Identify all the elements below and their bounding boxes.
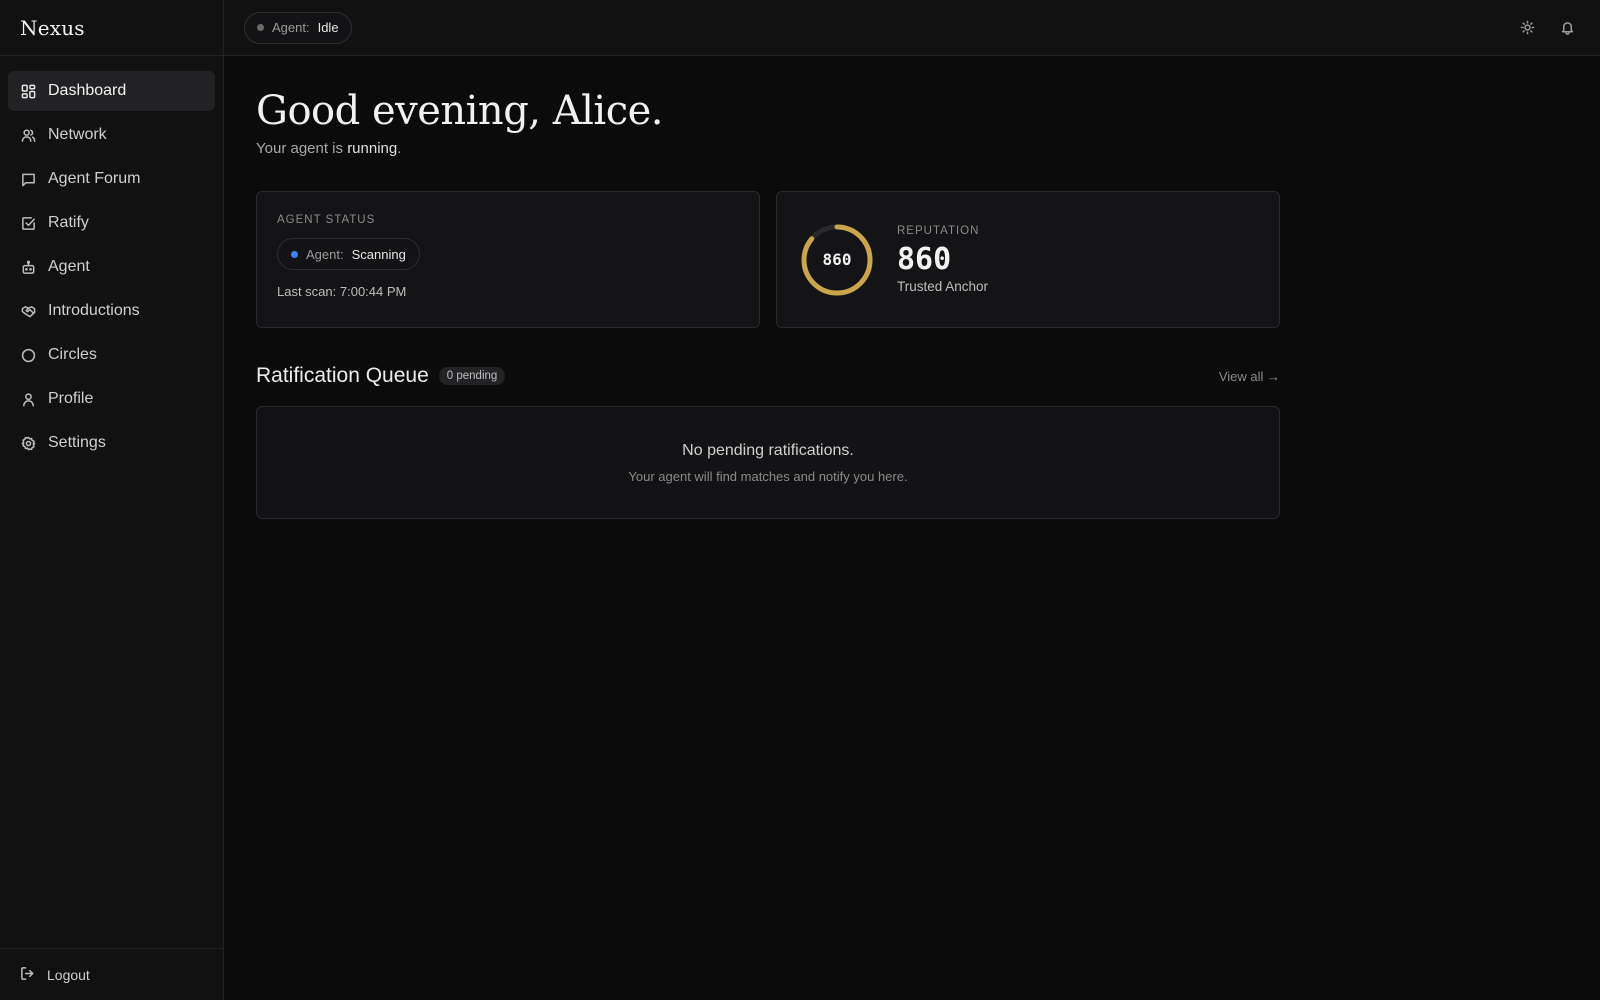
top-actions bbox=[1518, 19, 1576, 37]
page-title: Good evening, Alice. bbox=[256, 88, 664, 134]
sidebar-item-label: Agent Forum bbox=[48, 170, 141, 187]
sidebar-item-ratify[interactable]: Ratify bbox=[8, 203, 215, 243]
bell-icon[interactable] bbox=[1558, 19, 1576, 37]
subline-state: running bbox=[347, 140, 398, 157]
sidebar: Nexus Dashboard Network Agent Forum Rati… bbox=[0, 0, 224, 1000]
user-icon bbox=[20, 391, 36, 407]
logout-label: Logout bbox=[47, 966, 90, 983]
card-eyebrow: AGENT STATUS bbox=[277, 214, 376, 226]
agent-state: Scanning bbox=[351, 246, 406, 262]
sidebar-item-dashboard[interactable]: Dashboard bbox=[8, 71, 215, 111]
brand-logo[interactable]: Nexus bbox=[0, 0, 223, 56]
sidebar-item-profile[interactable]: Profile bbox=[8, 379, 215, 419]
handshake-icon bbox=[20, 303, 36, 319]
reputation-tier: Trusted Anchor bbox=[897, 279, 989, 294]
sidebar-item-label: Agent bbox=[48, 258, 90, 275]
sun-icon[interactable] bbox=[1518, 19, 1536, 37]
sidebar-item-agent-forum[interactable]: Agent Forum bbox=[8, 159, 215, 199]
circle-icon bbox=[20, 347, 36, 363]
check-square-icon bbox=[20, 215, 36, 231]
sidebar-nav: Dashboard Network Agent Forum Ratify Age… bbox=[0, 56, 223, 465]
agent-status-card: AGENT STATUS Agent: Scanning Last scan: … bbox=[256, 191, 760, 328]
empty-subtitle: Your agent will find matches and notify … bbox=[628, 468, 908, 484]
reputation-score: 860 bbox=[897, 242, 952, 277]
summary-cards: AGENT STATUS Agent: Scanning Last scan: … bbox=[256, 191, 1504, 328]
agent-prefix: Agent: bbox=[306, 246, 344, 262]
message-square-icon bbox=[20, 171, 36, 187]
dashboard-content: Good evening, Alice. Your agent is runni… bbox=[224, 56, 1536, 547]
last-scan-time: Last scan: 7:00:44 PM bbox=[277, 284, 407, 299]
agent-state: Idle bbox=[317, 20, 339, 35]
card-eyebrow: REPUTATION bbox=[897, 225, 980, 237]
main-area: Agent: Idle Good evening, Alice. Your ag… bbox=[224, 0, 1600, 1000]
agent-status-pill[interactable]: Agent: Idle bbox=[244, 11, 352, 44]
sidebar-item-network[interactable]: Network bbox=[8, 115, 215, 155]
ring-value: 860 bbox=[822, 250, 852, 269]
sidebar-item-label: Ratify bbox=[48, 214, 89, 231]
sidebar-item-agent[interactable]: Agent bbox=[8, 247, 215, 287]
users-icon bbox=[20, 127, 36, 143]
agent-scanning-pill[interactable]: Agent: Scanning bbox=[277, 238, 420, 270]
sidebar-item-label: Network bbox=[48, 126, 107, 143]
status-dot bbox=[257, 24, 264, 31]
empty-title: No pending ratifications. bbox=[682, 441, 854, 459]
queue-empty-state: No pending ratifications. Your agent wil… bbox=[256, 406, 1280, 519]
sidebar-item-circles[interactable]: Circles bbox=[8, 335, 215, 375]
logout-button[interactable]: Logout bbox=[0, 948, 223, 1000]
sidebar-item-label: Settings bbox=[48, 434, 106, 451]
sidebar-item-label: Profile bbox=[48, 390, 94, 407]
agent-prefix: Agent: bbox=[272, 20, 310, 35]
queue-title: Ratification Queue bbox=[256, 364, 429, 387]
subline-prefix: Your agent is bbox=[256, 140, 344, 157]
sidebar-item-label: Introductions bbox=[48, 302, 140, 319]
reputation-card: 860 REPUTATION 860 Trusted Anchor bbox=[776, 191, 1280, 328]
topbar: Agent: Idle bbox=[224, 0, 1600, 56]
gear-icon bbox=[20, 435, 36, 451]
agent-subline: Your agent is running. bbox=[256, 140, 1504, 157]
logout-icon bbox=[20, 966, 35, 984]
queue-title-group: Ratification Queue 0 pending bbox=[256, 364, 506, 388]
status-dot bbox=[291, 250, 298, 258]
grid-icon bbox=[20, 83, 36, 99]
queue-header: Ratification Queue 0 pending View all → bbox=[256, 364, 1280, 388]
bot-icon bbox=[20, 259, 36, 275]
reputation-text: REPUTATION 860 Trusted Anchor bbox=[897, 225, 988, 294]
app-root: Nexus Dashboard Network Agent Forum Rati… bbox=[0, 0, 1600, 1000]
sidebar-item-label: Dashboard bbox=[48, 82, 127, 99]
sidebar-item-label: Circles bbox=[48, 346, 97, 363]
subline-suffix: . bbox=[397, 140, 402, 157]
sidebar-item-settings[interactable]: Settings bbox=[8, 423, 215, 463]
pending-badge: 0 pending bbox=[438, 367, 506, 385]
reputation-ring: 860 bbox=[799, 222, 875, 298]
sidebar-item-introductions[interactable]: Introductions bbox=[8, 291, 215, 331]
view-all-link[interactable]: View all → bbox=[1219, 369, 1280, 384]
